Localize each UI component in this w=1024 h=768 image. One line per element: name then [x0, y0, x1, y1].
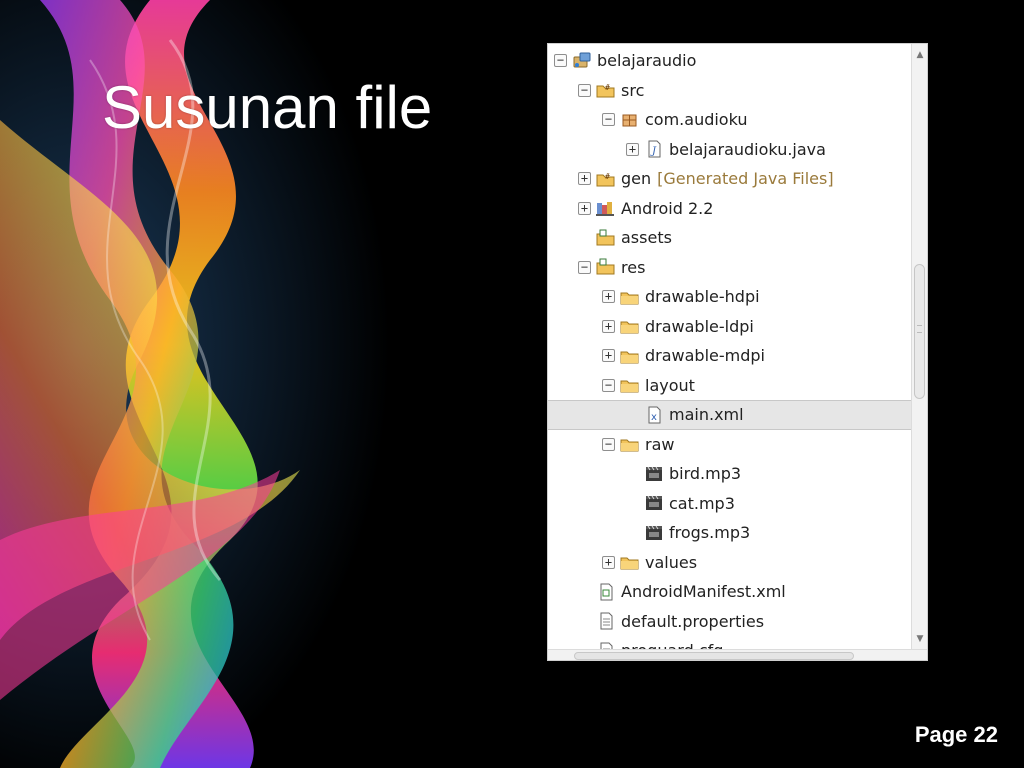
svg-text:#: # — [605, 172, 610, 181]
tree-item-assets[interactable]: assets — [548, 223, 911, 253]
toggle-spacer — [626, 497, 639, 510]
android-project-icon — [572, 52, 592, 70]
tree-item-androidmanifest-xml[interactable]: AndroidManifest.xml — [548, 577, 911, 607]
tree-item-android-2-2[interactable]: + Android 2.2 — [548, 194, 911, 224]
collapse-toggle-icon[interactable]: − — [578, 83, 591, 97]
project-folder-icon — [596, 258, 616, 276]
tree-item-raw[interactable]: − raw — [548, 430, 911, 460]
tree-item-label: src — [621, 80, 645, 100]
slide-title: Susunan file — [102, 74, 433, 141]
package-icon — [620, 111, 640, 129]
collapse-toggle-icon[interactable]: − — [602, 378, 615, 392]
scrollbar-thumb[interactable] — [914, 264, 925, 399]
tree-item-cat-mp3[interactable]: cat.mp3 — [548, 489, 911, 519]
source-folder-icon: # — [596, 170, 616, 188]
media-file-icon — [644, 524, 664, 542]
text-file-icon — [596, 612, 616, 630]
tree-item-bird-mp3[interactable]: bird.mp3 — [548, 459, 911, 489]
tree-item-frogs-mp3[interactable]: frogs.mp3 — [548, 518, 911, 548]
tree-item-label: frogs.mp3 — [669, 523, 751, 543]
source-folder-icon: # — [596, 81, 616, 99]
tree-item-label: belajaraudioku.java — [669, 139, 826, 159]
tree-item-drawable-hdpi[interactable]: + drawable-hdpi — [548, 282, 911, 312]
tree-item-com-audioku[interactable]: − com.audioku — [548, 105, 911, 135]
svg-text:#: # — [605, 83, 610, 92]
toggle-spacer — [626, 467, 639, 480]
tree-item-label: res — [621, 257, 646, 277]
toggle-spacer — [578, 585, 591, 598]
collapse-toggle-icon[interactable]: − — [578, 260, 591, 274]
tree-item-src[interactable]: − # src — [548, 76, 911, 106]
svg-text:J: J — [650, 146, 657, 157]
collapse-toggle-icon[interactable]: − — [554, 54, 567, 68]
folder-icon — [620, 288, 640, 306]
expand-toggle-icon[interactable]: + — [602, 290, 615, 304]
tree-item-drawable-ldpi[interactable]: + drawable-ldpi — [548, 312, 911, 342]
tree-item-values[interactable]: + values — [548, 548, 911, 578]
xml-file-icon: x — [644, 406, 664, 424]
tree-item-layout[interactable]: − layout — [548, 371, 911, 401]
folder-icon — [620, 317, 640, 335]
file-tree[interactable]: − belajaraudio − # src − com.audioku + Jbelajara… — [548, 44, 911, 660]
folder-icon — [620, 553, 640, 571]
tree-item-label: com.audioku — [645, 110, 748, 130]
tree-item-label: cat.mp3 — [669, 493, 735, 513]
expand-toggle-icon[interactable]: + — [602, 319, 615, 333]
tree-item-label: drawable-mdpi — [645, 346, 765, 366]
tree-item-belajaraudio[interactable]: − belajaraudio — [548, 46, 911, 76]
tree-item-label: belajaraudio — [597, 51, 697, 71]
collapse-toggle-icon[interactable]: − — [602, 113, 615, 127]
expand-toggle-icon[interactable]: + — [602, 349, 615, 363]
horizontal-scrollbar[interactable] — [548, 649, 927, 660]
java-file-icon: J — [644, 140, 664, 158]
page-number: Page 22 — [914, 722, 998, 747]
tree-item-label: raw — [645, 434, 675, 454]
tree-item-label: assets — [621, 228, 672, 248]
tree-item-label: main.xml — [669, 405, 744, 425]
toggle-spacer — [578, 231, 591, 244]
tree-item-belajaraudioku-java[interactable]: + Jbelajaraudioku.java — [548, 135, 911, 165]
expand-toggle-icon[interactable]: + — [626, 142, 639, 156]
scroll-down-arrow-icon[interactable]: ▼ — [912, 632, 927, 646]
folder-icon — [620, 435, 640, 453]
tree-item-label: gen — [621, 169, 652, 189]
tree-item-label: bird.mp3 — [669, 464, 742, 484]
tree-item-label: drawable-ldpi — [645, 316, 754, 336]
horizontal-scrollbar-thumb[interactable] — [574, 652, 854, 660]
expand-toggle-icon[interactable]: + — [578, 201, 591, 215]
media-file-icon — [644, 465, 664, 483]
project-folder-icon — [596, 229, 616, 247]
collapse-toggle-icon[interactable]: − — [602, 437, 615, 451]
tree-item-main-xml[interactable]: x main.xml — [548, 400, 911, 430]
tree-item-drawable-mdpi[interactable]: + drawable-mdpi — [548, 341, 911, 371]
tree-item-label: values — [645, 552, 698, 572]
expand-toggle-icon[interactable]: + — [602, 555, 615, 569]
toggle-spacer — [626, 526, 639, 539]
toggle-spacer — [578, 615, 591, 628]
expand-toggle-icon[interactable]: + — [578, 172, 591, 186]
tree-item-label: AndroidManifest.xml — [621, 582, 786, 602]
media-file-icon — [644, 494, 664, 512]
tree-item-label: default.properties — [621, 611, 765, 631]
folder-icon — [620, 376, 640, 394]
tree-item-label: drawable-hdpi — [645, 287, 760, 307]
tree-item-gen[interactable]: + # gen [Generated Java Files] — [548, 164, 911, 194]
manifest-file-icon — [596, 583, 616, 601]
folder-icon — [620, 347, 640, 365]
tree-item-default-properties[interactable]: default.properties — [548, 607, 911, 637]
vertical-scrollbar[interactable]: ▲ ▼ — [911, 44, 927, 660]
tree-item-res[interactable]: − res — [548, 253, 911, 283]
package-explorer-panel[interactable]: − belajaraudio − # src − com.audioku + Jbelajara… — [547, 43, 928, 661]
tree-item-label: layout — [645, 375, 695, 395]
toggle-spacer — [626, 408, 639, 421]
scroll-up-arrow-icon[interactable]: ▲ — [912, 48, 927, 62]
library-icon — [596, 199, 616, 217]
svg-text:x: x — [651, 412, 657, 423]
tree-item-label: Android 2.2 — [621, 198, 714, 218]
tree-item-decoration: [Generated Java Files] — [657, 169, 834, 189]
